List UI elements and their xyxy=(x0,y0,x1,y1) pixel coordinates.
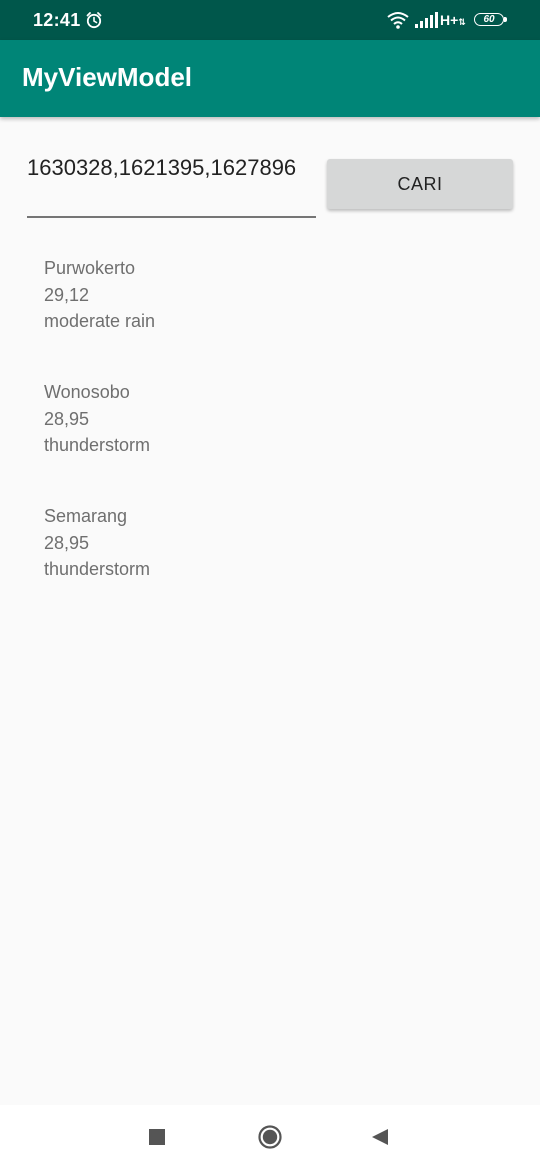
weather-item: Semarang 28,95 thunderstorm xyxy=(44,503,504,627)
network-type-label: H+⇅ xyxy=(440,12,466,28)
back-icon[interactable] xyxy=(371,1128,389,1146)
weather-city: Wonosobo xyxy=(44,382,130,402)
weather-item: Wonosobo 28,95 thunderstorm xyxy=(44,379,504,503)
navigation-bar xyxy=(0,1105,540,1170)
wifi-icon xyxy=(387,12,409,29)
recents-icon[interactable] xyxy=(149,1129,165,1145)
weather-description: thunderstorm xyxy=(44,559,151,579)
weather-temperature: 28,95 xyxy=(44,532,90,553)
weather-temperature: 29,12 xyxy=(44,284,90,305)
app-bar: MyViewModel xyxy=(0,40,540,117)
signal-icon xyxy=(415,12,438,28)
alarm-icon xyxy=(86,12,102,29)
weather-city: Semarang xyxy=(44,506,128,526)
weather-item: Purwokerto 29,12 moderate rain xyxy=(44,255,504,379)
app-title: MyViewModel xyxy=(22,62,193,92)
weather-description: moderate rain xyxy=(44,311,156,331)
city-id-input[interactable]: 1630328,1621395,1627896 xyxy=(27,152,316,218)
weather-temperature: 28,95 xyxy=(44,408,90,429)
home-icon[interactable] xyxy=(258,1125,282,1149)
status-time: 12:41 xyxy=(33,10,81,30)
weather-city: Purwokerto xyxy=(44,258,136,278)
status-bar: 12:41 H+⇅ 60 xyxy=(0,0,540,40)
weather-list: Purwokerto 29,12 moderate rain Wonosobo … xyxy=(44,255,504,627)
battery-icon: 60 xyxy=(474,13,508,28)
weather-description: thunderstorm xyxy=(44,435,151,455)
battery-level: 60 xyxy=(483,14,495,25)
search-button[interactable]: CARI xyxy=(327,159,513,209)
